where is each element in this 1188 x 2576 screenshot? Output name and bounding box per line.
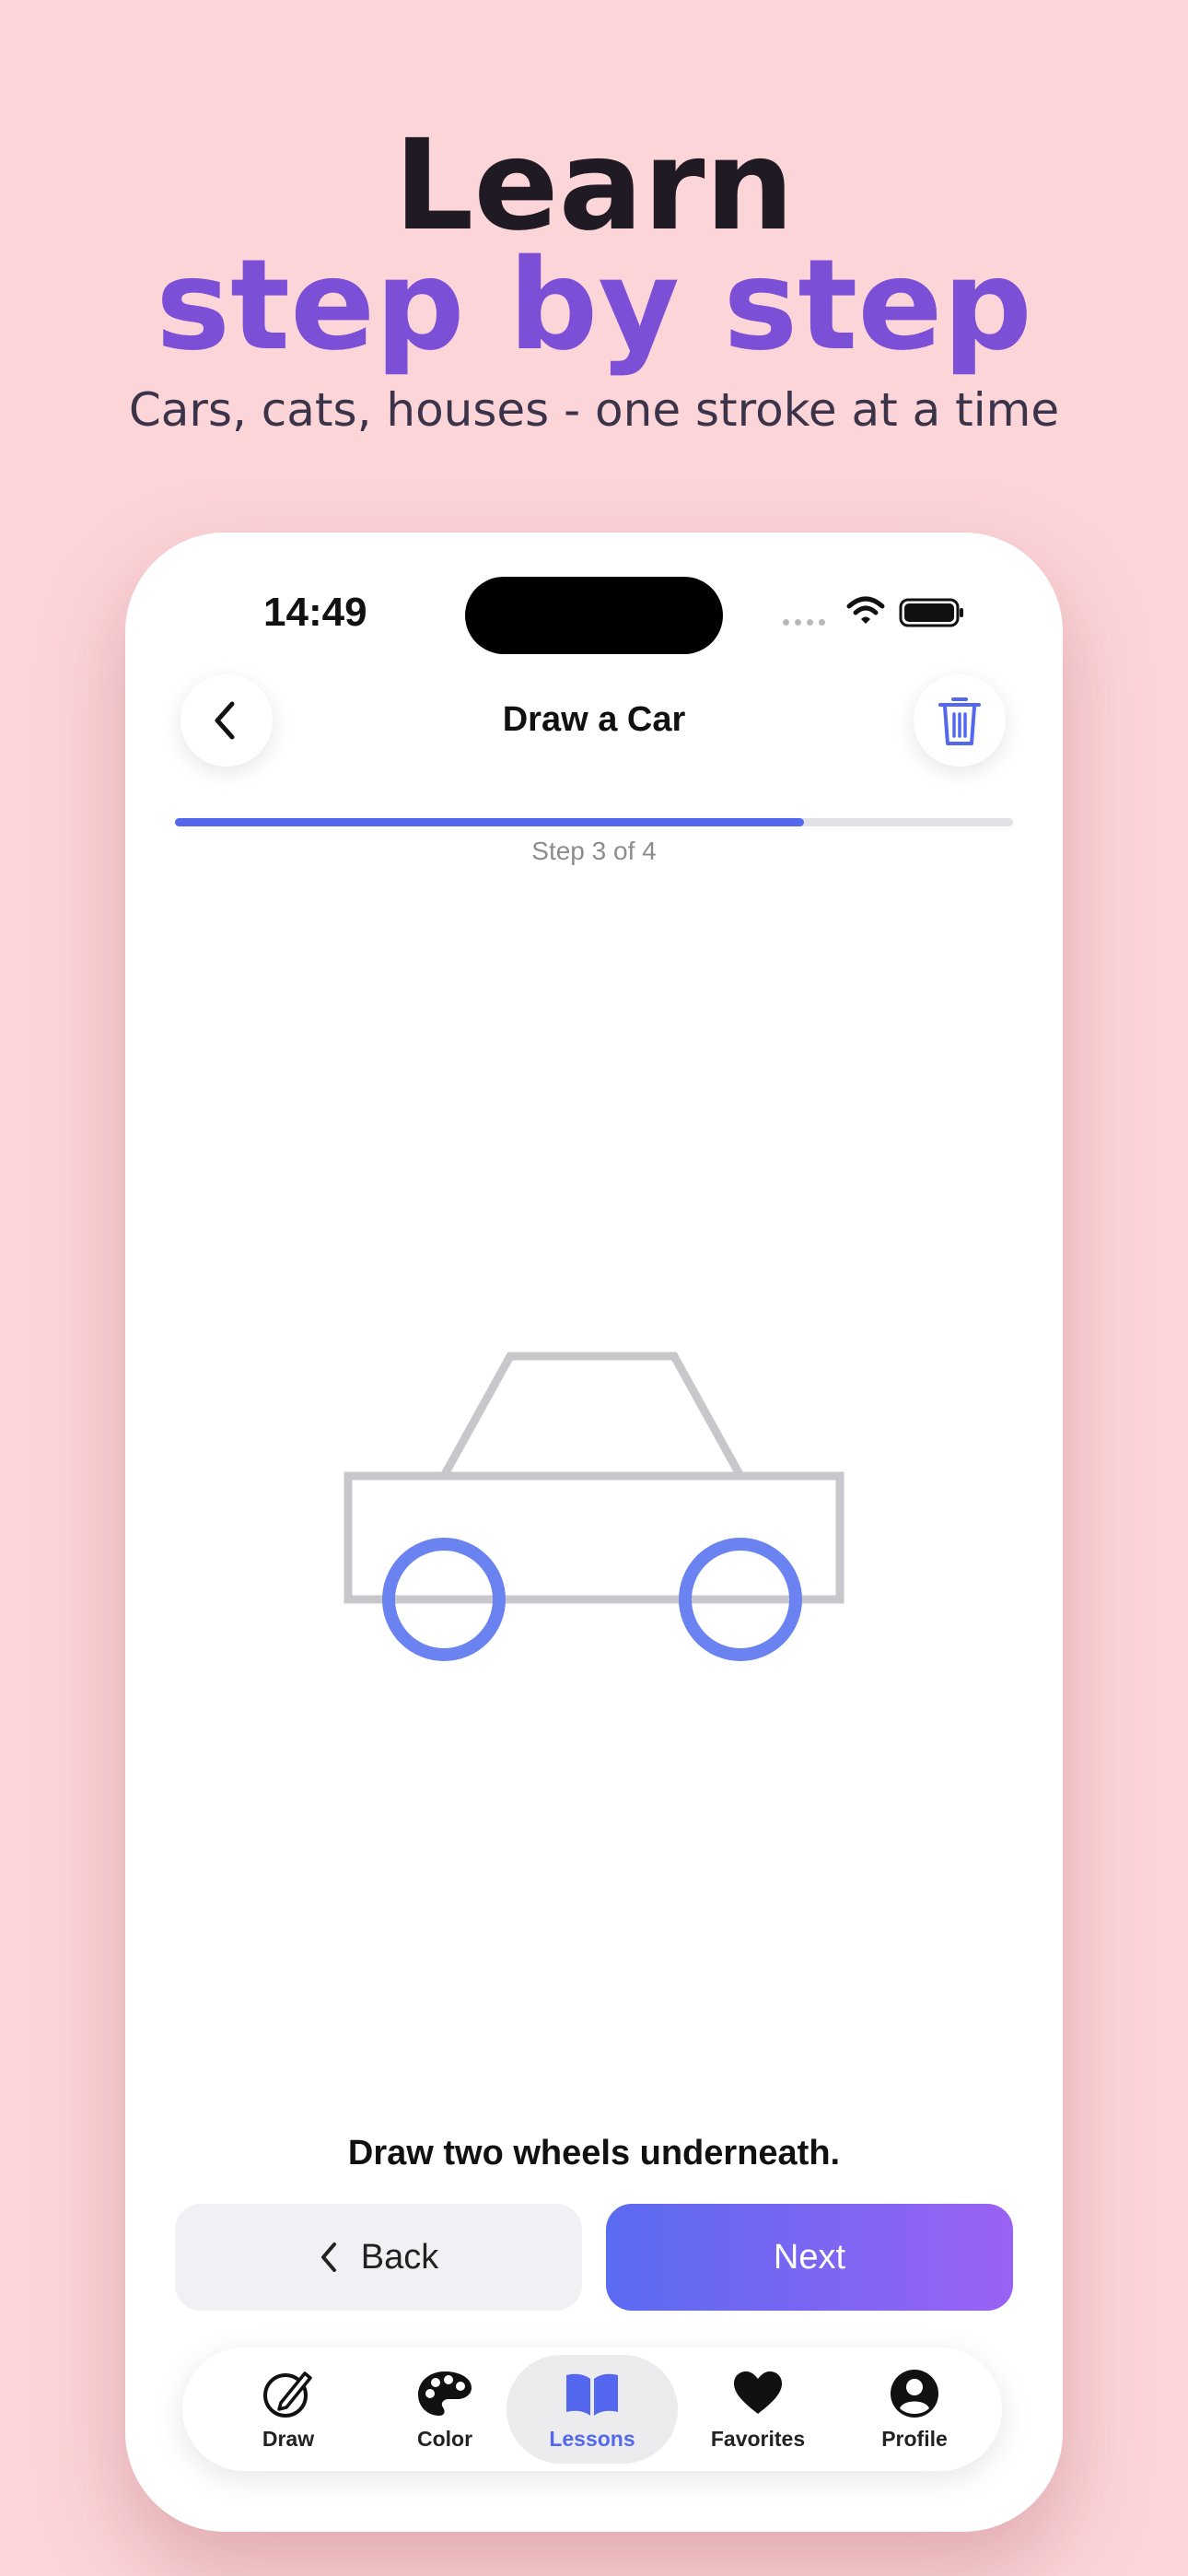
palette-icon xyxy=(418,2371,472,2416)
person-circle-icon xyxy=(891,2370,938,2418)
book-icon xyxy=(566,2373,618,2416)
trash-icon xyxy=(938,697,981,745)
tab-label: Draw xyxy=(262,2427,315,2451)
tab-profile[interactable]: Profile xyxy=(829,2355,1000,2464)
dynamic-island xyxy=(465,577,723,654)
tab-bar: Draw Color Lessons Favorites Profile xyxy=(182,2348,1002,2471)
lesson-progress-bar xyxy=(175,818,1013,826)
tab-color[interactable]: Color xyxy=(359,2355,530,2464)
tab-label: Profile xyxy=(881,2427,948,2451)
tab-label: Lessons xyxy=(549,2427,635,2451)
next-step-button[interactable]: Next xyxy=(606,2204,1013,2311)
wifi-icon xyxy=(846,596,885,624)
cellular-signal-icon xyxy=(783,619,825,626)
phone-screen: 14:49 Draw a Car Step 3 of 4 Draw two wh… xyxy=(125,533,1063,2532)
step-instruction: Draw two wheels underneath. xyxy=(347,2134,841,2172)
tab-label: Favorites xyxy=(710,2427,806,2451)
previous-step-button[interactable]: Back xyxy=(175,2204,582,2311)
lesson-progress-fill xyxy=(175,818,804,826)
tab-label: Color xyxy=(416,2427,473,2451)
battery-icon xyxy=(899,598,963,627)
chevron-left-icon xyxy=(320,2242,336,2272)
tab-lessons[interactable]: Lessons xyxy=(507,2355,678,2464)
tab-favorites[interactable]: Favorites xyxy=(672,2355,844,2464)
pencil-circle-icon xyxy=(263,2371,312,2418)
heart-icon xyxy=(734,2371,782,2414)
next-button-label: Next xyxy=(773,2237,846,2277)
back-button-label: Back xyxy=(360,2237,439,2277)
promo-subtitle: Cars, cats, houses - one stroke at a tim… xyxy=(128,383,1060,437)
clear-drawing-button[interactable] xyxy=(914,674,1006,767)
drawing-canvas[interactable] xyxy=(125,883,1063,2080)
car-roof-guide xyxy=(440,1352,744,1479)
tab-draw[interactable]: Draw xyxy=(203,2355,374,2464)
car-body-guide xyxy=(344,1471,844,1604)
promo-heading-accent: step by step xyxy=(156,233,1032,379)
step-indicator: Step 3 of 4 xyxy=(531,837,657,865)
status-time: 14:49 xyxy=(263,590,367,635)
